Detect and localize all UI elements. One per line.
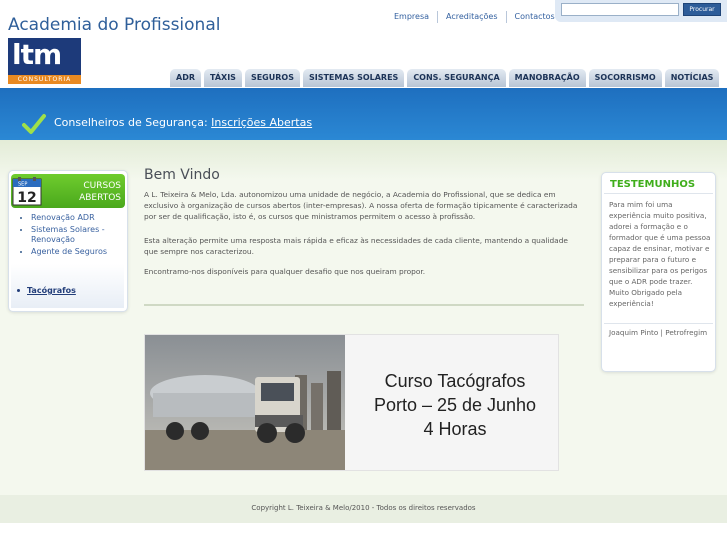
announcement-banner [0,88,727,140]
cursos-header: SEP 12 CURSOS ABERTOS [11,174,125,208]
footer-copyright: Copyright L. Teixeira & Melo/2010 - Todo… [251,504,476,512]
testimonial-author: Joaquim Pinto | Petrofregim [609,328,708,337]
curso-link-renovacao-adr[interactable]: Renovação ADR [31,213,95,222]
site-title[interactable]: Academia do Profissional [8,15,220,35]
testemunhos-title: TESTEMUNHOS [610,179,696,190]
banner-label: Conselheiros de Segurança: [54,116,208,129]
promo-title: Curso Tacógrafos [384,371,526,391]
logo-subtext: CONSULTORIA [8,75,81,84]
curso-link-sistemas-solares[interactable]: Sistemas Solares - Renovação [31,225,105,244]
nav-tab-noticias[interactable]: NOTÍCIAS [664,69,720,87]
nav-tab-manobracao[interactable]: MANOBRAÇÃO [508,69,586,87]
nav-tab-adr[interactable]: ADR [170,69,201,87]
nav-tab-sistemas-solares[interactable]: SISTEMAS SOLARES [302,69,405,87]
testimonial-quote: Para mim foi uma experiência muito posit… [609,200,711,308]
top-link-empresa[interactable]: Empresa [386,11,437,23]
nav-tab-taxis[interactable]: TÁXIS [204,69,242,87]
promo-location-date: Porto – 25 de Junho [373,395,537,415]
cursos-list: Renovação ADR Sistemas Solares - Renovaç… [13,213,125,259]
cursos-abertos-panel: SEP 12 CURSOS ABERTOS Renovação ADR Sist… [8,170,128,312]
nav-tab-socorrismo[interactable]: SOCORRISMO [588,69,662,87]
divider [144,304,584,306]
search-box: Procurar [555,0,727,22]
curso-link-agente-seguros[interactable]: Agente de Seguros [31,247,107,256]
nav-tab-cons-seguranca[interactable]: CONS. SEGURANÇA [407,69,506,87]
list-item[interactable]: Renovação ADR [31,213,125,223]
divider [604,193,713,194]
main-nav: ADR TÁXIS SEGUROS SISTEMAS SOLARES CONS.… [170,69,722,87]
banner-link[interactable]: Inscrições Abertas [211,116,312,129]
logo[interactable]: ltm CONSULTORIA [8,38,81,84]
list-item[interactable]: Sistemas Solares - Renovação [31,225,125,245]
page-bottom [0,523,727,545]
calendar-month: SEP [18,182,27,188]
tacografos-label[interactable]: Tacógrafos [27,286,76,295]
testemunhos-panel: TESTEMUNHOS Para mim foi uma experiência… [601,172,716,372]
cursos-title-line2: ABERTOS [79,193,121,203]
bullet-icon [17,289,20,292]
promo-banner[interactable]: Curso Tacógrafos Porto – 25 de Junho 4 H… [144,334,559,471]
checkmark-icon [22,114,46,134]
logo-text: ltm [12,38,62,71]
search-input[interactable] [561,3,679,16]
search-button[interactable]: Procurar [683,3,721,16]
nav-tab-seguros[interactable]: SEGUROS [244,69,300,87]
truck-image [145,335,345,470]
top-link-acreditacoes[interactable]: Acreditações [437,11,506,23]
intro-paragraph-2: Esta alteração permite uma resposta mais… [144,236,568,256]
calendar-day: 12 [17,190,36,206]
calendar-icon: SEP 12 [12,177,42,206]
promo-duration: 4 Horas [423,419,487,439]
banner-text: Conselheiros de Segurança: Inscrições Ab… [54,116,312,129]
page-title: Bem Vindo [144,167,220,183]
cursos-title: CURSOS ABERTOS [51,180,121,204]
intro-paragraph-1: A L. Teixeira & Melo, Lda. autonomizou u… [144,190,578,221]
tacografos-box: Tacógrafos [11,264,124,308]
top-links: Empresa Acreditações Contactos [386,10,563,24]
divider [604,323,713,324]
list-item[interactable]: Agente de Seguros [31,247,125,257]
cursos-title-line1: CURSOS [83,181,121,191]
intro-paragraph-3: Encontramo-nos disponíveis para qualquer… [144,267,426,276]
curso-link-tacografos[interactable]: Tacógrafos [17,286,76,295]
